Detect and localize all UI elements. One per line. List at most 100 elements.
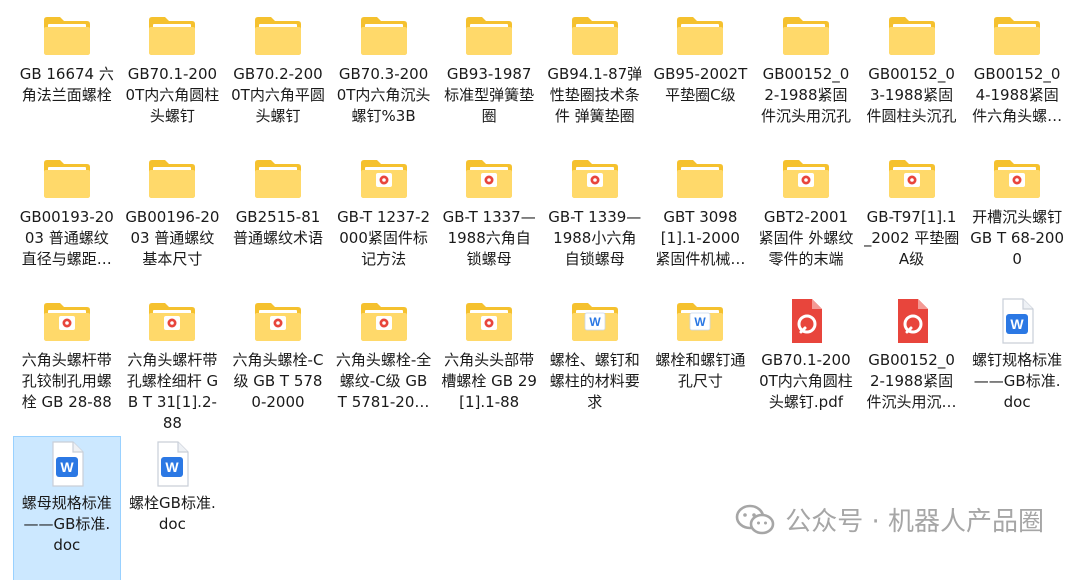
file-label: GB-T97[1].1_2002 平垫圈A级 [863,208,960,268]
folder-icon [147,155,197,201]
wechat-icon [735,504,775,534]
file-label: 六角头螺杆带孔铰制孔用螺栓 GB 28-88 [21,351,112,411]
file-item[interactable]: GBT 3098[1].1-2000 紧固件机械… [648,151,754,294]
folder-icon [781,12,831,58]
folder-pdf-icon [570,155,620,201]
folder-icon [570,12,620,58]
file-item[interactable]: GB-T 1337—1988六角自锁螺母 [436,151,542,294]
file-item[interactable]: GB70.1-2000T内六角圆柱头螺钉.pdf [753,294,859,437]
folder-icon [675,155,725,201]
file-label: GB-T 1339—1988小六角自锁螺母 [548,208,642,268]
file-label: GB93-1987标准型弹簧垫圈 [444,65,535,125]
file-label: GB 16674 六角法兰面螺栓 [19,65,114,104]
file-label: GBT 3098[1].1-2000 紧固件机械… [655,208,746,268]
file-label: GB2515-81普通螺纹术语 [232,208,323,247]
watermark-text: 公众号 · 机器人产品圈 [785,507,1044,537]
file-item[interactable]: GB-T 1339—1988小六角自锁螺母 [542,151,648,294]
file-label: GB-T 1237-2000紧固件标记方法 [337,208,431,268]
file-label: 螺母规格标准——GB标准.doc [21,494,112,554]
folder-pdf-icon [147,298,197,344]
folder-pdf-icon [253,298,303,344]
folder-pdf-icon [887,155,937,201]
svg-text:W: W [60,459,74,475]
file-item[interactable]: 六角头头部带槽螺栓 GB 29[1].1-88 [436,294,542,437]
file-item[interactable]: W 螺钉规格标准——GB标准.doc [964,294,1070,437]
file-item[interactable]: 六角头螺杆带孔螺栓细杆 GB T 31[1].2-88 [120,294,226,437]
file-item[interactable]: GB00196-2003 普通螺纹 基本尺寸 [120,151,226,294]
svg-text:W: W [166,459,180,475]
folder-icon [42,155,92,201]
file-item[interactable]: 六角头螺栓-C级 GB T 5780-2000 [225,294,331,437]
folder-pdf-icon [992,155,1042,201]
file-item[interactable]: 开槽沉头螺钉 GB T 68-2000 [964,151,1070,294]
folder-icon [253,12,303,58]
folder-icon [992,12,1042,58]
folder-pdf-icon [464,298,514,344]
svg-text:W: W [695,315,707,329]
folder-icon [464,12,514,58]
file-label: GB00152_02-1988紧固件沉头用沉… [866,351,957,411]
file-label: GB-T 1337—1988六角自锁螺母 [442,208,536,268]
pdf-file-icon [781,298,831,344]
pdf-file-icon [887,298,937,344]
file-item[interactable]: W 螺栓、螺钉和螺柱的材料要求 [542,294,648,437]
file-item[interactable]: GB94.1-87弹性垫圈技术条件 弹簧垫圈 [542,8,648,151]
file-item[interactable]: GB-T97[1].1_2002 平垫圈A级 [859,151,965,294]
file-label: GB00193-2003 普通螺纹 直径与螺距… [19,208,114,268]
file-item[interactable]: GB00152_04-1988紧固件六角头螺… [964,8,1070,151]
file-item[interactable]: W 螺母规格标准——GB标准.doc [13,436,121,580]
file-label: GB00196-2003 普通螺纹 基本尺寸 [125,208,220,268]
file-item[interactable]: GB70.2-2000T内六角平圆头螺钉 [225,8,331,151]
svg-text:W: W [589,315,601,329]
file-label: 螺钉规格标准——GB标准.doc [972,351,1063,411]
file-item[interactable]: GB93-1987标准型弹簧垫圈 [436,8,542,151]
file-label: 六角头头部带槽螺栓 GB 29[1].1-88 [441,351,537,411]
file-item[interactable]: GB2515-81普通螺纹术语 [225,151,331,294]
file-label: 六角头螺栓-全螺纹-C级 GB T 5781-20… [335,351,432,411]
file-item[interactable]: GB00152_02-1988紧固件沉头用沉孔 [753,8,859,151]
file-item[interactable]: GB95-2002T平垫圈C级 [648,8,754,151]
file-item[interactable]: 六角头螺杆带孔铰制孔用螺栓 GB 28-88 [14,294,120,437]
file-label: GB70.1-2000T内六角圆柱头螺钉.pdf [759,351,853,411]
file-item[interactable]: GB00152_02-1988紧固件沉头用沉… [859,294,965,437]
folder-icon [359,12,409,58]
file-label: GB95-2002T平垫圈C级 [653,65,748,104]
word-file-icon: W [992,298,1042,344]
file-grid: GB 16674 六角法兰面螺栓 GB70.1-2000T内六角圆柱头螺钉 GB… [13,8,1070,580]
folder-icon [253,155,303,201]
file-item[interactable]: W 螺栓和螺钉通孔尺寸 [648,294,754,437]
file-label: GB70.3-2000T内六角沉头螺钉%3B [336,65,431,125]
file-label: 螺栓和螺钉通孔尺寸 [655,351,746,390]
file-label: GBT2-2001紧固件 外螺纹零件的末端 [758,208,854,268]
word-file-icon: W [147,441,197,487]
file-label: GB94.1-87弹性垫圈技术条件 弹簧垫圈 [547,65,643,125]
folder-icon [675,12,725,58]
folder-word-icon: W [570,298,620,344]
file-label: GB00152_04-1988紧固件六角头螺… [972,65,1063,125]
file-label: 开槽沉头螺钉 GB T 68-2000 [970,208,1065,268]
file-item[interactable]: GBT2-2001紧固件 外螺纹零件的末端 [753,151,859,294]
folder-word-icon: W [675,298,725,344]
file-item[interactable]: GB00193-2003 普通螺纹 直径与螺距… [14,151,120,294]
file-item[interactable]: W 螺栓GB标准.doc [120,437,226,580]
file-item[interactable]: GB00152_03-1988紧固件圆柱头沉孔 [859,8,965,151]
file-item[interactable]: 六角头螺栓-全螺纹-C级 GB T 5781-20… [331,294,437,437]
folder-pdf-icon [464,155,514,201]
folder-pdf-icon [359,298,409,344]
file-item[interactable]: GB-T 1237-2000紧固件标记方法 [331,151,437,294]
file-item[interactable]: GB 16674 六角法兰面螺栓 [14,8,120,151]
watermark: 公众号 · 机器人产品圈 [735,501,1044,538]
file-label: 六角头螺栓-C级 GB T 5780-2000 [232,351,324,411]
file-item[interactable]: GB70.1-2000T内六角圆柱头螺钉 [120,8,226,151]
file-label: GB70.2-2000T内六角平圆头螺钉 [231,65,325,125]
svg-text:W: W [1011,316,1025,332]
file-label: GB00152_02-1988紧固件沉头用沉孔 [760,65,851,125]
file-label: GB00152_03-1988紧固件圆柱头沉孔 [866,65,957,125]
word-file-icon: W [42,441,92,487]
folder-icon [42,12,92,58]
file-label: 螺栓GB标准.doc [129,494,216,533]
file-item[interactable]: GB70.3-2000T内六角沉头螺钉%3B [331,8,437,151]
file-label: 六角头螺杆带孔螺栓细杆 GB T 31[1].2-88 [126,351,219,432]
file-label: GB70.1-2000T内六角圆柱头螺钉 [125,65,220,125]
file-label: 螺栓、螺钉和螺柱的材料要求 [549,351,640,411]
